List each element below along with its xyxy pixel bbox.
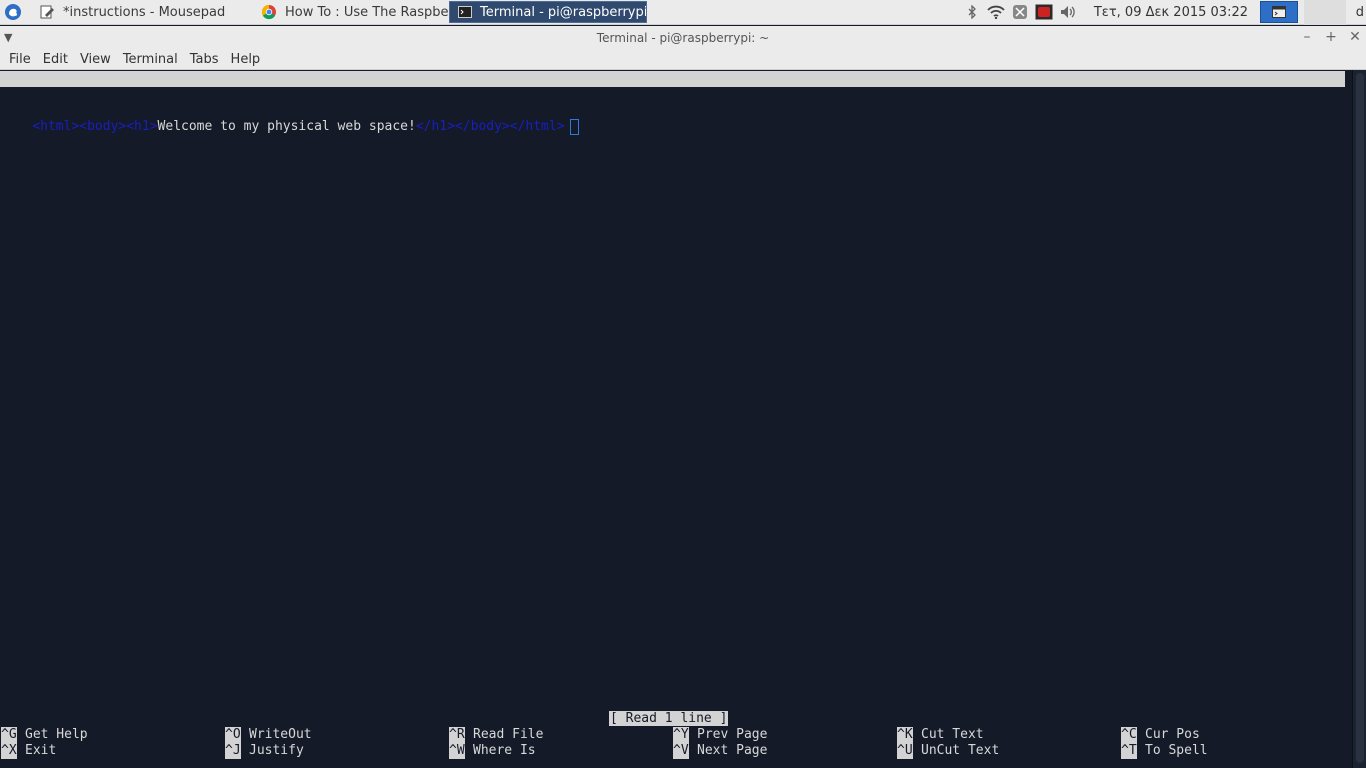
shortcut-next-page: ^V Next Page <box>673 743 767 759</box>
shortcut-read-file: ^R Read File <box>449 727 543 743</box>
shortcut-key: ^U <box>897 743 913 759</box>
terminal-view[interactable]: GNU nano 2.2.6 File: /var/www/html/index… <box>0 70 1352 768</box>
edit-icon <box>39 4 55 20</box>
pager-label: d <box>1355 4 1364 20</box>
shortcut-writeout: ^O WriteOut <box>225 727 312 743</box>
menu-file[interactable]: File <box>3 52 37 67</box>
maximize-button[interactable]: + <box>1324 29 1338 45</box>
shortcut-label: UnCut Text <box>921 743 1000 758</box>
shortcut-label: Read File <box>473 727 544 742</box>
shortcut-label: Justify <box>249 743 304 758</box>
show-desktop-button[interactable] <box>1260 1 1298 23</box>
shortcut-prev-page: ^Y Prev Page <box>673 727 767 743</box>
shortcut-cur-pos: ^C Cur Pos <box>1121 727 1200 743</box>
menu-tabs[interactable]: Tabs <box>184 52 225 67</box>
shortcut-label: Get Help <box>25 727 88 742</box>
menu-view[interactable]: View <box>74 52 117 67</box>
xfce-logo-icon <box>4 4 21 20</box>
top-panel: *instructions - Mousepad How To : Use Th… <box>0 0 1366 25</box>
task-chrome[interactable]: How To : Use The Raspberr... <box>253 1 449 23</box>
shortcut-key: ^X <box>1 743 17 759</box>
task-label: How To : Use The Raspberr... <box>285 4 449 20</box>
shortcut-key: ^R <box>449 727 465 743</box>
minimize-button[interactable]: – <box>1300 29 1314 45</box>
menu-bar: File Edit View Terminal Tabs Help <box>0 50 1366 70</box>
shortcut-label: To Spell <box>1145 743 1208 758</box>
shortcut-label: Next Page <box>697 743 768 758</box>
shortcut-key: ^O <box>225 727 241 743</box>
shortcut-cut-text: ^K Cut Text <box>897 727 984 743</box>
shortcut-label: Cur Pos <box>1145 727 1200 742</box>
task-label: Terminal - pi@raspberrypi: ~ <box>480 4 647 20</box>
scrollbar-thumb[interactable] <box>1356 73 1364 763</box>
system-tray: Τετ, 09 Δεκ 2015 03:22 d <box>960 0 1366 25</box>
shortcut-label: Cut Text <box>921 727 984 742</box>
menu-terminal[interactable]: Terminal <box>117 52 184 67</box>
shortcut-justify: ^J Justify <box>225 743 304 759</box>
window-menu-icon[interactable]: ▼ <box>4 31 12 44</box>
shortcut-label: WriteOut <box>249 727 312 742</box>
shortcut-exit: ^X Exit <box>1 743 56 759</box>
xfce-menu-button[interactable] <box>0 0 25 25</box>
task-label: *instructions - Mousepad <box>63 4 226 20</box>
shortcut-key: ^G <box>1 727 17 743</box>
shortcut-where-is: ^W Where Is <box>449 743 536 759</box>
shortcut-label: Where Is <box>473 743 536 758</box>
shortcut-key: ^C <box>1121 727 1137 743</box>
window-title: Terminal - pi@raspberrypi: ~ <box>596 31 770 45</box>
heading-text: Welcome to my physical web space! <box>157 119 416 134</box>
html-close-tags: </h1></body></html> <box>415 119 565 134</box>
cpu-monitor-icon[interactable] <box>1008 0 1032 25</box>
shortcut-label: Prev Page <box>697 727 768 742</box>
task-mousepad[interactable]: *instructions - Mousepad <box>31 1 253 23</box>
chrome-icon <box>261 4 277 20</box>
shortcut-uncut-text: ^U UnCut Text <box>897 743 999 759</box>
nano-status: [ Read 1 line ] <box>609 711 729 726</box>
shortcut-key: ^J <box>225 743 241 759</box>
record-icon[interactable] <box>1032 0 1056 25</box>
text-cursor <box>569 119 579 135</box>
window-titlebar[interactable]: ▼ Terminal - pi@raspberrypi: ~ – + ✕ <box>0 26 1366 50</box>
nano-title-bar: GNU nano 2.2.6 File: /var/www/html/index… <box>0 71 1345 118</box>
clock[interactable]: Τετ, 09 Δεκ 2015 03:22 <box>1080 5 1260 20</box>
close-button[interactable]: ✕ <box>1348 29 1362 45</box>
wifi-icon[interactable] <box>984 0 1008 25</box>
nano-version: GNU nano 2.2.6 <box>17 87 127 102</box>
menu-edit[interactable]: Edit <box>37 52 74 67</box>
editor-line[interactable]: <html><body><h1>Welcome to my physical w… <box>1 103 579 135</box>
terminal-scrollbar[interactable] <box>1352 70 1366 768</box>
task-terminal[interactable]: Terminal - pi@raspberrypi: ~ <box>449 1 647 23</box>
workspace-switcher[interactable] <box>1304 0 1346 25</box>
shortcut-to-spell: ^T To Spell <box>1121 743 1208 759</box>
shortcut-key: ^Y <box>673 727 689 743</box>
shortcut-key: ^V <box>673 743 689 759</box>
shortcut-key: ^T <box>1121 743 1137 759</box>
bluetooth-icon[interactable] <box>960 0 984 25</box>
html-open-tags: <html><body><h1> <box>32 119 158 134</box>
shortcut-key: ^W <box>449 743 465 759</box>
shortcut-get-help: ^G Get Help <box>1 727 88 743</box>
shortcut-label: Exit <box>25 743 57 758</box>
volume-icon[interactable] <box>1056 0 1080 25</box>
shortcut-key: ^K <box>897 727 913 743</box>
terminal-window-icon <box>1272 6 1286 18</box>
terminal-icon <box>458 4 472 20</box>
menu-help[interactable]: Help <box>225 52 267 67</box>
